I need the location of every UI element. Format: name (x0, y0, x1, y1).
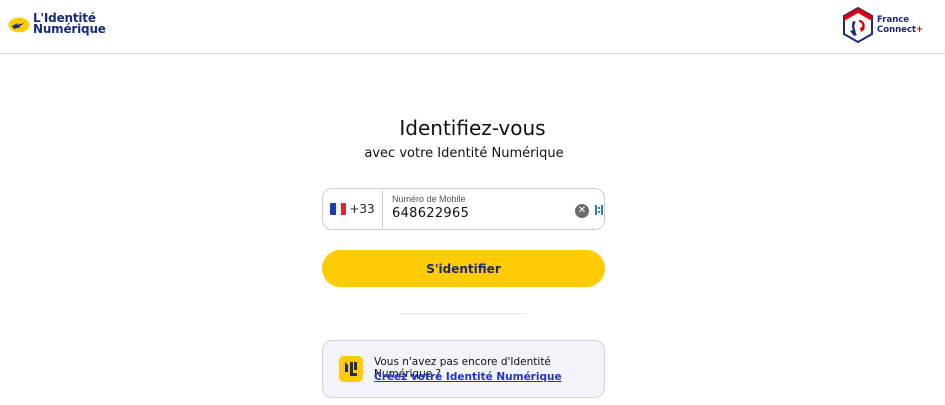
brand-line-2: Numérique (33, 22, 106, 36)
sidentifier-button[interactable]: S'identifier (322, 250, 605, 287)
flag-fr-icon (330, 203, 347, 215)
signup-info-box: Vous n'avez pas encore d'Identité Numéri… (322, 340, 605, 398)
franceconnect-line-2: Connect+ (877, 25, 923, 35)
franceconnect-plus-sign: + (916, 25, 924, 35)
page-title: Identifiez-vous (399, 116, 546, 140)
franceconnect-connect: Connect (877, 25, 917, 35)
identite-numerique-app-icon (339, 356, 363, 382)
mobile-number-label: Numéro de Mobile (392, 194, 466, 204)
divider (400, 313, 527, 314)
brand-wordmark: L'Identité Numérique (33, 12, 106, 36)
dial-code: +33 (349, 202, 375, 216)
la-poste-bird-icon (8, 17, 30, 33)
phone-number-field: +33 Numéro de Mobile 648622965 ✕ (322, 188, 605, 230)
franceconnect-line-1: France (877, 15, 910, 25)
create-identity-link[interactable]: Créez votre Identité Numérique (374, 371, 562, 383)
country-code-selector[interactable]: +33 (323, 189, 383, 229)
mobile-number-input[interactable]: Numéro de Mobile 648622965 ✕ (383, 189, 604, 229)
mobile-number-value[interactable]: 648622965 (392, 206, 469, 221)
franceconnect-plus-logo: France Connect+ (842, 7, 923, 43)
franceconnect-hexagon-icon (843, 7, 873, 43)
brand-logo[interactable]: L'Identité Numérique (8, 12, 106, 36)
password-manager-icon[interactable] (595, 204, 603, 216)
header: L'Identité Numérique France Connect+ (0, 0, 945, 54)
franceconnect-wordmark: France Connect+ (877, 15, 923, 35)
clear-icon[interactable]: ✕ (575, 204, 589, 218)
page-subtitle: avec votre Identité Numérique (364, 146, 564, 161)
